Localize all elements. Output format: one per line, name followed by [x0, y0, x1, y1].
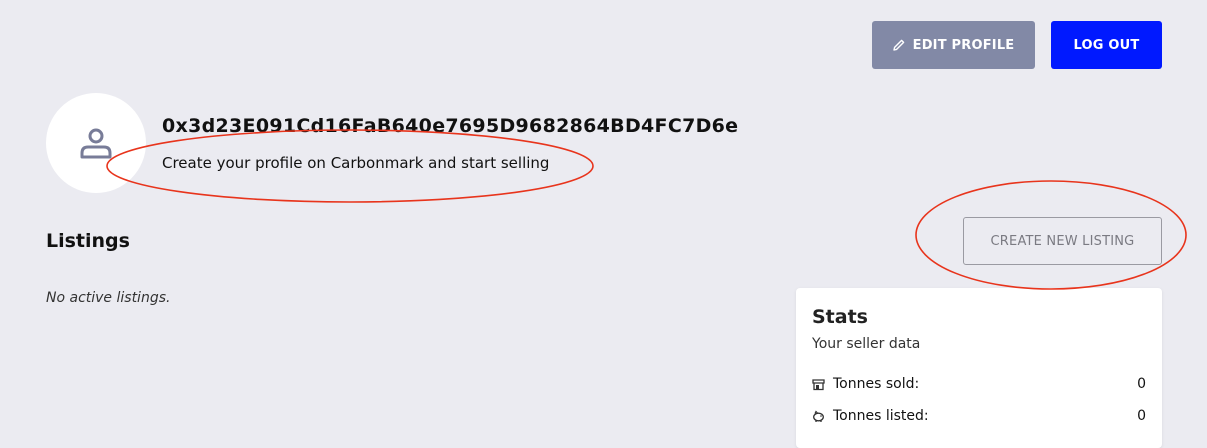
profile-subtitle: Create your profile on Carbonmark and st… [162, 154, 550, 172]
pencil-icon [892, 39, 905, 51]
create-listing-label: CREATE NEW LISTING [990, 233, 1135, 249]
logout-button[interactable]: LOG OUT [1051, 21, 1162, 69]
listings-heading: Listings [46, 230, 130, 252]
wallet-address: 0x3d23E091Cd16FaB640e7695D9682864BD4FC7D… [162, 115, 739, 137]
stats-card: Stats Your seller data Tonnes sold: 0 To… [796, 288, 1162, 448]
stat-label: Tonnes sold: [833, 376, 920, 392]
stat-value: 0 [1137, 408, 1146, 424]
user-icon [79, 126, 113, 160]
stat-row-sold: Tonnes sold: 0 [812, 368, 1146, 400]
avatar [46, 93, 146, 193]
edit-profile-label: EDIT PROFILE [912, 37, 1015, 53]
empty-listings-text: No active listings. [46, 290, 171, 306]
stat-label: Tonnes listed: [833, 408, 929, 424]
stats-title: Stats [812, 306, 868, 328]
logout-label: LOG OUT [1073, 37, 1140, 53]
stat-value: 0 [1137, 376, 1146, 392]
stat-row-listed: Tonnes listed: 0 [812, 400, 1146, 432]
edit-profile-button[interactable]: EDIT PROFILE [872, 21, 1035, 69]
piggy-bank-icon [812, 409, 825, 423]
store-icon [812, 378, 825, 391]
stats-subtitle: Your seller data [812, 336, 921, 352]
create-listing-button[interactable]: CREATE NEW LISTING [963, 217, 1162, 265]
